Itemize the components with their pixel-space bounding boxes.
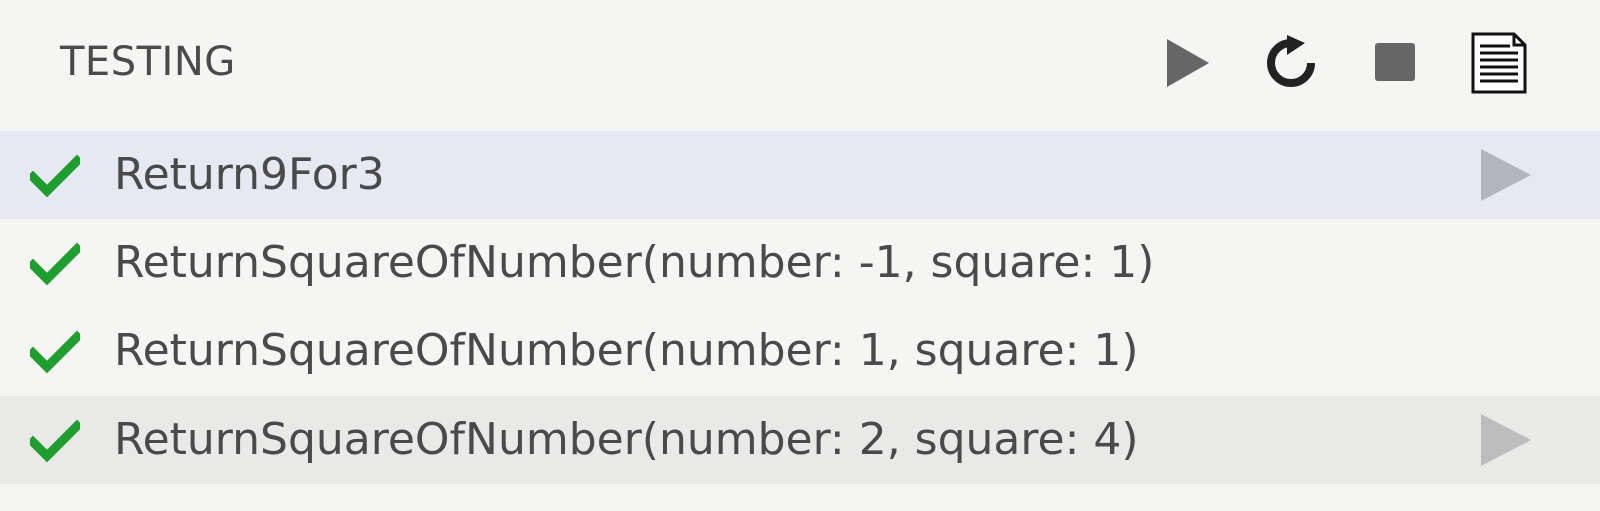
check-icon xyxy=(30,242,80,285)
play-icon xyxy=(1481,149,1531,201)
stop-button[interactable] xyxy=(1364,32,1426,94)
panel-title: TESTING xyxy=(60,39,236,85)
test-item-square-neg1[interactable]: ReturnSquareOfNumber(number: -1, square:… xyxy=(0,219,1600,307)
document-icon xyxy=(1471,32,1527,94)
test-item-label: ReturnSquareOfNumber(number: 1, square: … xyxy=(114,325,1139,376)
test-item-square-1[interactable]: ReturnSquareOfNumber(number: 1, square: … xyxy=(0,307,1600,395)
play-icon xyxy=(1167,39,1209,87)
stop-icon xyxy=(1375,43,1415,81)
run-test-button[interactable] xyxy=(1474,412,1536,468)
show-output-button[interactable] xyxy=(1468,32,1530,94)
test-item-label: ReturnSquareOfNumber(number: 2, square: … xyxy=(114,414,1139,465)
check-icon xyxy=(30,419,80,462)
test-item-return9for3[interactable]: Return9For3 xyxy=(0,131,1600,219)
panel-header: TESTING xyxy=(0,0,1600,130)
test-explorer-panel: TESTING Return9For3 ReturnSquareOfNumber… xyxy=(0,0,1600,511)
refresh-button[interactable] xyxy=(1260,32,1322,94)
run-all-button[interactable] xyxy=(1156,32,1218,94)
run-test-button[interactable] xyxy=(1474,147,1536,203)
test-item-square-2[interactable]: ReturnSquareOfNumber(number: 2, square: … xyxy=(0,396,1600,484)
test-item-label: Return9For3 xyxy=(114,149,385,200)
test-item-label: ReturnSquareOfNumber(number: -1, square:… xyxy=(114,237,1155,288)
play-icon xyxy=(1481,414,1531,466)
check-icon xyxy=(30,330,80,373)
refresh-icon xyxy=(1267,35,1315,87)
check-icon xyxy=(30,154,80,197)
